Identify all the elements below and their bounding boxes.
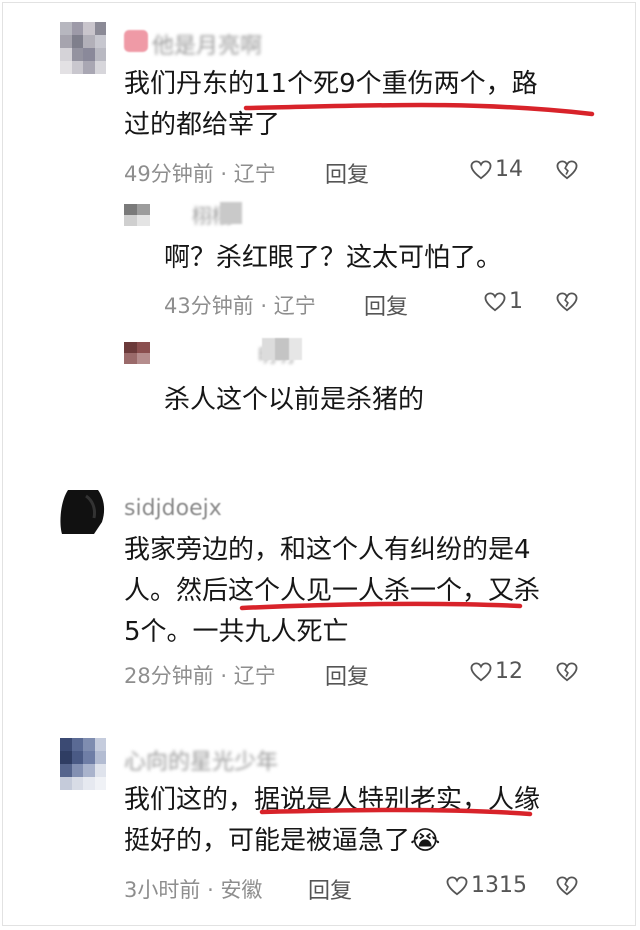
comment-text-line: 杀人这个以前是杀猪的 <box>164 385 425 415</box>
comment-time: 49分钟前 <box>124 162 214 186</box>
avatar[interactable] <box>60 738 106 790</box>
comment-location: 辽宁 <box>233 664 276 688</box>
comment-author[interactable]: 心向的星光少年 <box>124 744 278 776</box>
comment-meta: 49分钟前 · 辽宁 <box>124 158 276 188</box>
like-count: 14 <box>495 157 523 182</box>
comment-meta: 43分钟前 · 辽宁 <box>164 290 316 320</box>
avatar[interactable] <box>124 204 150 226</box>
meta-separator: · <box>207 878 214 902</box>
comment-time: 43分钟前 <box>164 294 254 318</box>
like-button[interactable]: 1315 <box>446 873 527 898</box>
reply-button[interactable]: 回复 <box>364 289 408 321</box>
red-underline-annotation <box>259 807 533 817</box>
reply-button[interactable]: 回复 <box>325 659 369 691</box>
comment-author[interactable]: sidjdoejx <box>124 496 222 521</box>
like-button[interactable]: 12 <box>470 659 523 684</box>
avatar[interactable] <box>124 342 150 364</box>
avatar[interactable] <box>60 22 106 74</box>
like-count: 12 <box>495 659 523 684</box>
broken-heart-icon[interactable] <box>556 292 578 312</box>
heart-outline-icon <box>446 875 468 896</box>
reply-button[interactable]: 回复 <box>325 157 369 189</box>
comment-text-line: 啊？杀红眼了？这太可怕了。 <box>164 243 503 273</box>
comment-location: 辽宁 <box>233 162 276 186</box>
broken-heart-icon[interactable] <box>556 662 578 682</box>
like-count: 1 <box>509 289 523 314</box>
comment-meta: 28分钟前 · 辽宁 <box>124 660 276 690</box>
comment-author[interactable]: 他是月亮啊 <box>152 28 262 60</box>
comment-location: 安徽 <box>220 878 263 902</box>
heart-outline-icon <box>470 159 492 180</box>
meta-separator: · <box>220 162 228 186</box>
comment-meta: 3小时前 · 安徽 <box>124 874 262 904</box>
meta-separator: · <box>260 294 268 318</box>
comment-time: 3小时前 <box>124 878 201 902</box>
name-mosaic <box>220 202 242 224</box>
comment-time: 28分钟前 <box>124 664 214 688</box>
pink-badge-icon <box>124 30 148 52</box>
like-button[interactable]: 1 <box>484 289 523 314</box>
name-mosaic <box>262 338 302 360</box>
like-count: 1315 <box>471 873 527 898</box>
heart-outline-icon <box>484 291 506 312</box>
comment-text: 杀人这个以前是杀猪的 <box>164 380 604 421</box>
comment-text: 啊？杀红眼了？这太可怕了。 <box>164 238 604 279</box>
avatar[interactable] <box>58 488 108 536</box>
comment-location: 辽宁 <box>273 294 316 318</box>
meta-separator: · <box>220 664 228 688</box>
heart-outline-icon <box>470 661 492 682</box>
red-underline-annotation <box>239 601 523 611</box>
reply-button[interactable]: 回复 <box>308 873 352 905</box>
comment-text: 我家旁边的，和这个人有纠纷的是4 人。然后这个人见一人杀一个，又杀 5个。一共九… <box>124 530 604 653</box>
comment-text-line: 我家旁边的，和这个人有纠纷的是4 <box>124 535 531 565</box>
red-underline-annotation <box>243 102 595 117</box>
broken-heart-icon[interactable] <box>556 876 578 896</box>
like-button[interactable]: 14 <box>470 157 523 182</box>
broken-heart-icon[interactable] <box>556 160 578 180</box>
